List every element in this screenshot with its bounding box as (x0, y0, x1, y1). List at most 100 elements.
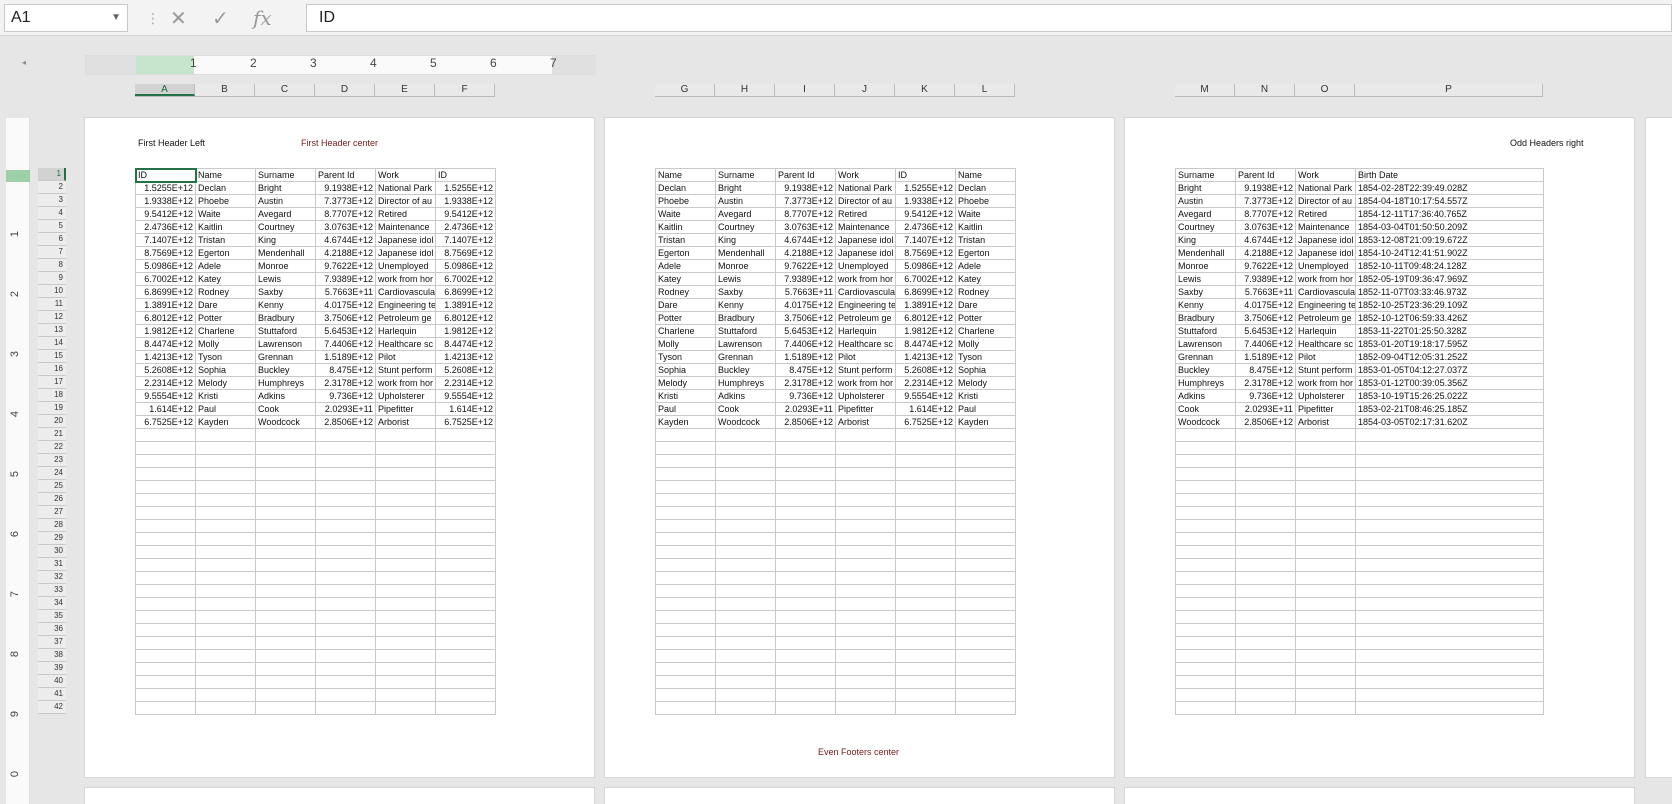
grid-cell[interactable]: 3.0763E+12 (315, 220, 376, 234)
row-header[interactable]: 11 (38, 298, 66, 311)
grid-cell[interactable]: 9.5412E+12 (895, 207, 956, 221)
grid-cell[interactable]: 5.0986E+12 (895, 259, 956, 273)
grid-cell[interactable]: 4.6744E+12 (315, 233, 376, 247)
grid-cell[interactable]: King (1175, 233, 1236, 247)
row-header[interactable]: 29 (38, 532, 66, 545)
grid-cell[interactable]: Arborist (1295, 415, 1356, 429)
grid-cell[interactable] (955, 597, 1016, 611)
grid-cell[interactable]: 9.1938E+12 (775, 181, 836, 195)
grid-cell[interactable]: 2.8506E+12 (315, 415, 376, 429)
grid-cell[interactable]: Cardiovascula (375, 285, 436, 299)
grid-cell[interactable]: Humphreys (1175, 376, 1236, 390)
grid-cell[interactable]: Stunt perform (375, 363, 436, 377)
grid-cell[interactable]: work from hor (375, 272, 436, 286)
grid-cell[interactable] (835, 623, 896, 637)
grid-cell[interactable] (1355, 649, 1544, 663)
grid-cell[interactable]: Katey (955, 272, 1016, 286)
grid-cell[interactable]: Lawrenson (715, 337, 776, 351)
row-header[interactable]: 9 (38, 272, 66, 285)
grid-cell[interactable]: Director of au (375, 194, 436, 208)
grid-cell[interactable]: 1854-04-18T10:17:54.557Z (1355, 194, 1544, 208)
grid-cell[interactable] (195, 441, 256, 455)
grid-cell[interactable]: Upholsterer (835, 389, 896, 403)
grid-cell[interactable]: Japanese idol (375, 246, 436, 260)
grid-cell[interactable]: 2.3178E+12 (1235, 376, 1296, 390)
grid-cell[interactable]: Upholsterer (375, 389, 436, 403)
grid-cell[interactable]: Cook (255, 402, 316, 416)
grid-cell[interactable]: 7.3773E+12 (1235, 194, 1296, 208)
grid-cell[interactable]: 7.4406E+12 (1235, 337, 1296, 351)
row-header[interactable]: 17 (38, 376, 66, 389)
grid-cell[interactable] (255, 519, 316, 533)
grid-cell[interactable] (135, 519, 196, 533)
grid-cell[interactable]: Katey (655, 272, 716, 286)
grid-cell[interactable]: Cook (715, 402, 776, 416)
grid-cell[interactable]: Charlene (195, 324, 256, 338)
grid-cell[interactable] (1175, 636, 1236, 650)
grid-cell[interactable]: 1.9338E+12 (435, 194, 496, 208)
grid-cell[interactable]: 6.8012E+12 (135, 311, 196, 325)
grid-cell[interactable]: 5.0986E+12 (135, 259, 196, 273)
grid-cell[interactable] (895, 636, 956, 650)
row-header[interactable]: 7 (38, 246, 66, 259)
grid-cell[interactable]: 5.2608E+12 (135, 363, 196, 377)
grid-cell[interactable] (255, 441, 316, 455)
grid-cell[interactable] (1175, 532, 1236, 546)
grid-cell[interactable] (895, 558, 956, 572)
grid-cell[interactable]: Cook (1175, 402, 1236, 416)
grid-cell[interactable]: Austin (255, 194, 316, 208)
grid-cell[interactable] (1235, 506, 1296, 520)
grid-cell[interactable]: Adkins (255, 389, 316, 403)
grid-cell[interactable]: Kristi (195, 389, 256, 403)
row-header[interactable]: 3 (38, 194, 66, 207)
grid-cell[interactable]: 9.736E+12 (775, 389, 836, 403)
grid-cell[interactable]: Waite (955, 207, 1016, 221)
grid-cell[interactable]: Pipefitter (1295, 402, 1356, 416)
grid-cell[interactable] (1175, 428, 1236, 442)
grid-cell[interactable] (135, 623, 196, 637)
grid-cell[interactable]: Lewis (255, 272, 316, 286)
grid-cell[interactable] (1235, 701, 1296, 715)
grid-cell[interactable] (895, 597, 956, 611)
grid-cell[interactable] (435, 649, 496, 663)
grid-cell[interactable] (715, 610, 776, 624)
grid-cell[interactable]: 2.8506E+12 (1235, 415, 1296, 429)
row-header[interactable]: 5 (38, 220, 66, 233)
grid-cell[interactable] (1295, 545, 1356, 559)
grid-cell[interactable] (775, 532, 836, 546)
grid-cell[interactable]: Bradbury (715, 311, 776, 325)
grid-cell[interactable] (1175, 571, 1236, 585)
grid-cell[interactable] (895, 532, 956, 546)
grid-cell[interactable]: ID (895, 168, 956, 182)
grid-cell[interactable] (775, 701, 836, 715)
row-header[interactable]: 12 (38, 311, 66, 324)
grid-cell[interactable] (435, 610, 496, 624)
grid-cell[interactable] (195, 584, 256, 598)
grid-cell[interactable] (135, 610, 196, 624)
grid-cell[interactable] (315, 688, 376, 702)
cancel-icon[interactable]: ✕ (170, 6, 187, 31)
grid-cell[interactable] (835, 532, 896, 546)
grid-cell[interactable] (195, 493, 256, 507)
grid-cell[interactable] (255, 506, 316, 520)
grid-cell[interactable]: work from hor (1295, 272, 1356, 286)
grid-cell[interactable] (435, 506, 496, 520)
grid-cell[interactable]: Pipefitter (375, 402, 436, 416)
grid-cell[interactable] (375, 506, 436, 520)
grid-cell[interactable] (375, 454, 436, 468)
grid-cell[interactable]: Molly (955, 337, 1016, 351)
grid-cell[interactable]: 1.9812E+12 (895, 324, 956, 338)
grid-cell[interactable] (255, 597, 316, 611)
grid-cell[interactable] (1355, 506, 1544, 520)
grid-cell[interactable] (835, 597, 896, 611)
grid-cell[interactable]: King (715, 233, 776, 247)
grid-cell[interactable] (195, 467, 256, 481)
grid-cell[interactable]: Phoebe (955, 194, 1016, 208)
grid-cell[interactable] (955, 571, 1016, 585)
grid-cell[interactable]: Mendenhall (715, 246, 776, 260)
grid-cell[interactable]: 6.8012E+12 (435, 311, 496, 325)
grid-cell[interactable] (1295, 506, 1356, 520)
grid-cell[interactable]: Work (375, 168, 436, 182)
row-header[interactable]: 22 (38, 441, 66, 454)
grid-cell[interactable]: 1.4213E+12 (895, 350, 956, 364)
